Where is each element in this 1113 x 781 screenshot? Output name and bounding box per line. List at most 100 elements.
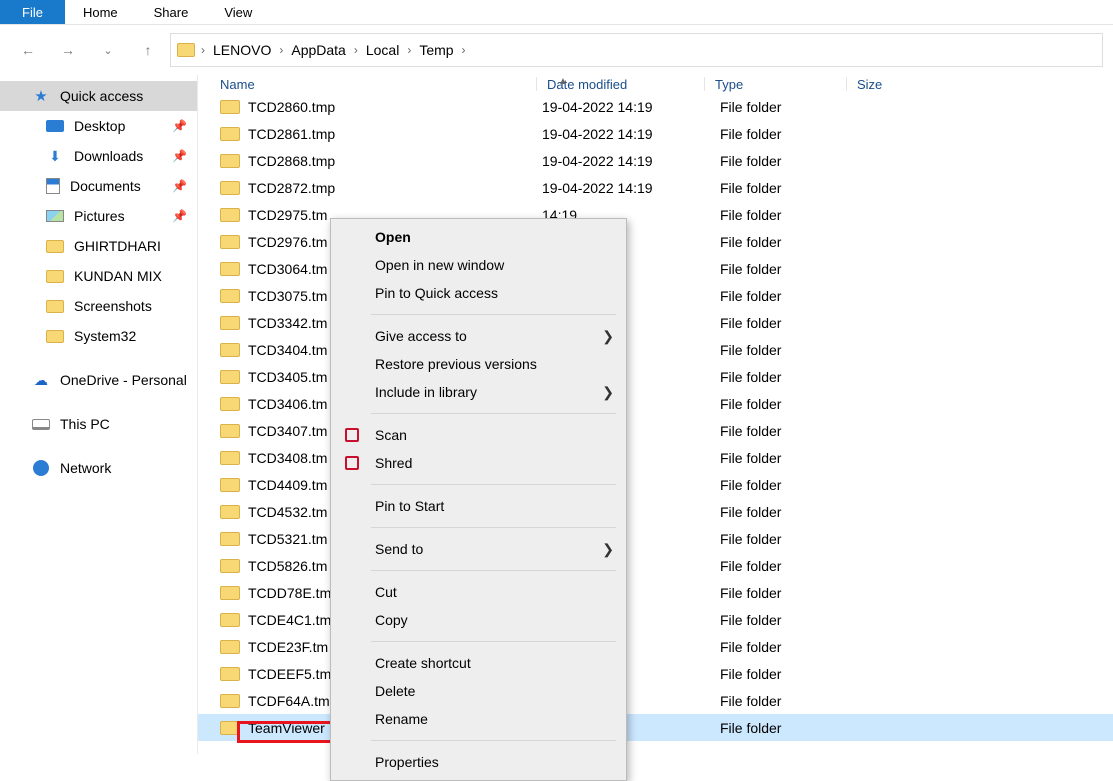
menu-copy[interactable]: Copy — [331, 606, 626, 634]
chevron-right-icon: › — [199, 43, 207, 57]
recent-button[interactable]: ⌄ — [90, 32, 126, 68]
desktop-icon — [46, 120, 64, 132]
column-type[interactable]: Type — [704, 77, 856, 91]
sidebar-item-network[interactable]: Network — [0, 453, 197, 483]
sidebar-quick-access[interactable]: ★ Quick access — [0, 81, 197, 111]
menu-cut[interactable]: Cut — [331, 578, 626, 606]
file-row[interactable]: TCD2868.tmp19-04-2022 14:19File folder — [198, 147, 1113, 174]
file-name: TCD2868.tmp — [248, 153, 335, 169]
file-name: TCDE23F.tm — [248, 639, 328, 655]
chevron-right-icon: › — [405, 43, 413, 57]
menu-include-library[interactable]: Include in library❯ — [331, 378, 626, 406]
file-name: TCD3404.tm — [248, 342, 327, 358]
folder-icon — [220, 586, 240, 600]
pc-icon — [32, 419, 50, 430]
menu-send-to[interactable]: Send to❯ — [331, 535, 626, 563]
highlight-teamviewer — [237, 721, 334, 743]
folder-icon — [220, 478, 240, 492]
folder-icon — [220, 100, 240, 114]
file-row[interactable]: TCD2860.tmp19-04-2022 14:19File folder — [198, 93, 1113, 120]
sidebar-item-downloads[interactable]: Downloads📌 — [0, 141, 197, 171]
sidebar-item-label: This PC — [60, 416, 110, 432]
folder-icon — [220, 694, 240, 708]
sidebar-item-thispc[interactable]: This PC — [0, 409, 197, 439]
folder-icon — [220, 370, 240, 384]
file-name: TCDD78E.tm — [248, 585, 331, 601]
file-type: File folder — [720, 315, 872, 331]
file-name: TCD2860.tmp — [248, 99, 335, 115]
sidebar-item-label: Documents — [70, 178, 141, 194]
forward-button[interactable]: → — [50, 32, 86, 68]
menu-rename[interactable]: Rename — [331, 705, 626, 733]
sidebar-item-folder[interactable]: KUNDAN MIX — [0, 261, 197, 291]
crumb-appdata[interactable]: AppData — [287, 42, 349, 58]
menu-pin-start[interactable]: Pin to Start — [331, 492, 626, 520]
file-type: File folder — [720, 450, 872, 466]
file-name: TCDE4C1.tm — [248, 612, 331, 628]
sidebar-item-folder[interactable]: GHIRTDHARI — [0, 231, 197, 261]
menu-scan[interactable]: Scan — [331, 421, 626, 449]
menu-shred[interactable]: Shred — [331, 449, 626, 477]
tab-file[interactable]: File — [0, 0, 65, 24]
column-name[interactable]: Name — [220, 77, 546, 92]
address-bar[interactable]: › LENOVO › AppData › Local › Temp › — [170, 33, 1103, 67]
folder-icon — [46, 330, 64, 343]
menu-label: Shred — [375, 455, 412, 471]
menu-delete[interactable]: Delete — [331, 677, 626, 705]
tab-share[interactable]: Share — [136, 0, 207, 24]
folder-icon — [220, 640, 240, 654]
crumb-lenovo[interactable]: LENOVO — [209, 42, 275, 58]
folder-icon — [220, 235, 240, 249]
sidebar-item-folder[interactable]: System32 — [0, 321, 197, 351]
sidebar-item-label: Pictures — [74, 208, 125, 224]
mcafee-icon — [343, 426, 361, 444]
file-type: File folder — [720, 207, 872, 223]
sidebar-item-label: GHIRTDHARI — [74, 238, 161, 254]
menu-restore-versions[interactable]: Restore previous versions — [331, 350, 626, 378]
menu-open-new-window[interactable]: Open in new window — [331, 251, 626, 279]
file-type: File folder — [720, 342, 872, 358]
sidebar-item-desktop[interactable]: Desktop📌 — [0, 111, 197, 141]
menu-properties[interactable]: Properties — [331, 748, 626, 776]
file-row[interactable]: TCD2861.tmp19-04-2022 14:19File folder — [198, 120, 1113, 147]
menu-label: Send to — [375, 541, 423, 557]
sidebar: ★ Quick access Desktop📌 Downloads📌 Docum… — [0, 75, 198, 754]
sidebar-item-onedrive[interactable]: OneDrive - Personal — [0, 365, 197, 395]
crumb-temp[interactable]: Temp — [415, 42, 457, 58]
sidebar-item-pictures[interactable]: Pictures📌 — [0, 201, 197, 231]
folder-icon — [220, 127, 240, 141]
folder-icon — [220, 181, 240, 195]
file-type: File folder — [720, 396, 872, 412]
file-name: TCD3405.tm — [248, 369, 327, 385]
file-type: File folder — [720, 99, 872, 115]
file-type: File folder — [720, 126, 872, 142]
menu-open[interactable]: Open — [331, 223, 626, 251]
up-button[interactable]: ↑ — [130, 32, 166, 68]
file-row[interactable]: TCD2872.tmp19-04-2022 14:19File folder — [198, 174, 1113, 201]
menu-create-shortcut[interactable]: Create shortcut — [331, 649, 626, 677]
menu-give-access[interactable]: Give access to❯ — [331, 322, 626, 350]
menu-pin-quick[interactable]: Pin to Quick access — [331, 279, 626, 307]
tab-home[interactable]: Home — [65, 0, 136, 24]
sidebar-item-label: Desktop — [74, 118, 125, 134]
nav-toolbar: ← → ⌄ ↑ › LENOVO › AppData › Local › Tem… — [0, 25, 1113, 75]
sidebar-item-folder[interactable]: Screenshots — [0, 291, 197, 321]
file-type: File folder — [720, 504, 872, 520]
folder-icon — [46, 300, 64, 313]
sidebar-item-label: OneDrive - Personal — [60, 372, 187, 388]
column-size[interactable]: Size — [846, 77, 1113, 91]
tab-view[interactable]: View — [206, 0, 270, 24]
folder-icon — [220, 667, 240, 681]
ribbon-tabs: File Home Share View — [0, 0, 1113, 25]
crumb-local[interactable]: Local — [362, 42, 403, 58]
file-date: 19-04-2022 14:19 — [542, 153, 720, 169]
folder-icon — [220, 208, 240, 222]
file-type: File folder — [720, 720, 872, 736]
file-name: TCD3407.tm — [248, 423, 327, 439]
back-button[interactable]: ← — [10, 32, 46, 68]
sidebar-item-documents[interactable]: Documents📌 — [0, 171, 197, 201]
file-type: File folder — [720, 369, 872, 385]
folder-icon — [220, 559, 240, 573]
pin-icon: 📌 — [172, 149, 187, 163]
folder-icon — [220, 397, 240, 411]
